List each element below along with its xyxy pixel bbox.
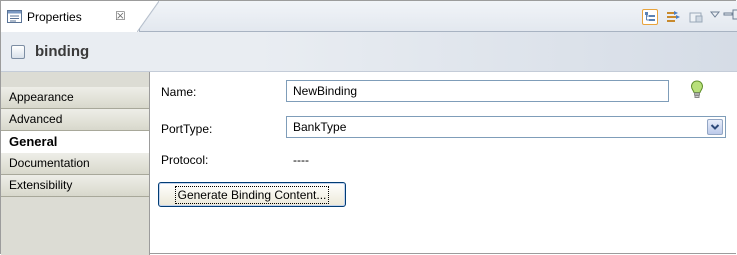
close-icon[interactable]: ☒	[115, 9, 126, 23]
link-with-editor-icon[interactable]	[665, 9, 681, 25]
tab-edge	[137, 1, 159, 32]
pin-icon[interactable]	[688, 9, 704, 25]
maximize-icon[interactable]	[732, 9, 737, 25]
sidebar-item-documentation[interactable]: Documentation	[1, 153, 149, 175]
generate-button-label: Generate Binding Content...	[174, 185, 330, 204]
page-title: binding	[35, 43, 90, 60]
porttype-label: PortType:	[161, 122, 213, 136]
view-tab-bar: Properties ☒	[1, 1, 737, 32]
name-field[interactable]	[286, 80, 669, 102]
porttype-select[interactable]: BankType	[286, 116, 726, 138]
name-label: Name:	[161, 85, 197, 99]
porttype-selected-value: BankType	[293, 120, 347, 134]
protocol-label: Protocol:	[161, 153, 209, 167]
tab-label: Properties	[27, 10, 82, 24]
sidebar-item-advanced[interactable]: Advanced	[1, 109, 149, 131]
property-tabs-sidebar: Appearance Advanced General Documentatio…	[1, 72, 150, 255]
properties-tab[interactable]: Properties ☒	[1, 1, 159, 32]
show-categories-icon[interactable]	[642, 9, 658, 25]
properties-view-icon	[7, 10, 22, 23]
binding-icon	[11, 45, 25, 59]
properties-title-bar: binding	[1, 32, 737, 72]
lightbulb-icon[interactable]	[690, 80, 704, 100]
chevron-down-icon[interactable]	[707, 119, 723, 135]
sidebar-item-appearance[interactable]: Appearance	[1, 87, 149, 109]
properties-view: Properties ☒ binding Appearance Advanced…	[0, 0, 737, 255]
sidebar-item-general[interactable]: General	[1, 131, 149, 153]
protocol-value: ----	[293, 153, 309, 167]
generate-binding-content-button[interactable]: Generate Binding Content...	[158, 182, 346, 207]
sidebar-item-extensibility[interactable]: Extensibility	[1, 175, 149, 197]
